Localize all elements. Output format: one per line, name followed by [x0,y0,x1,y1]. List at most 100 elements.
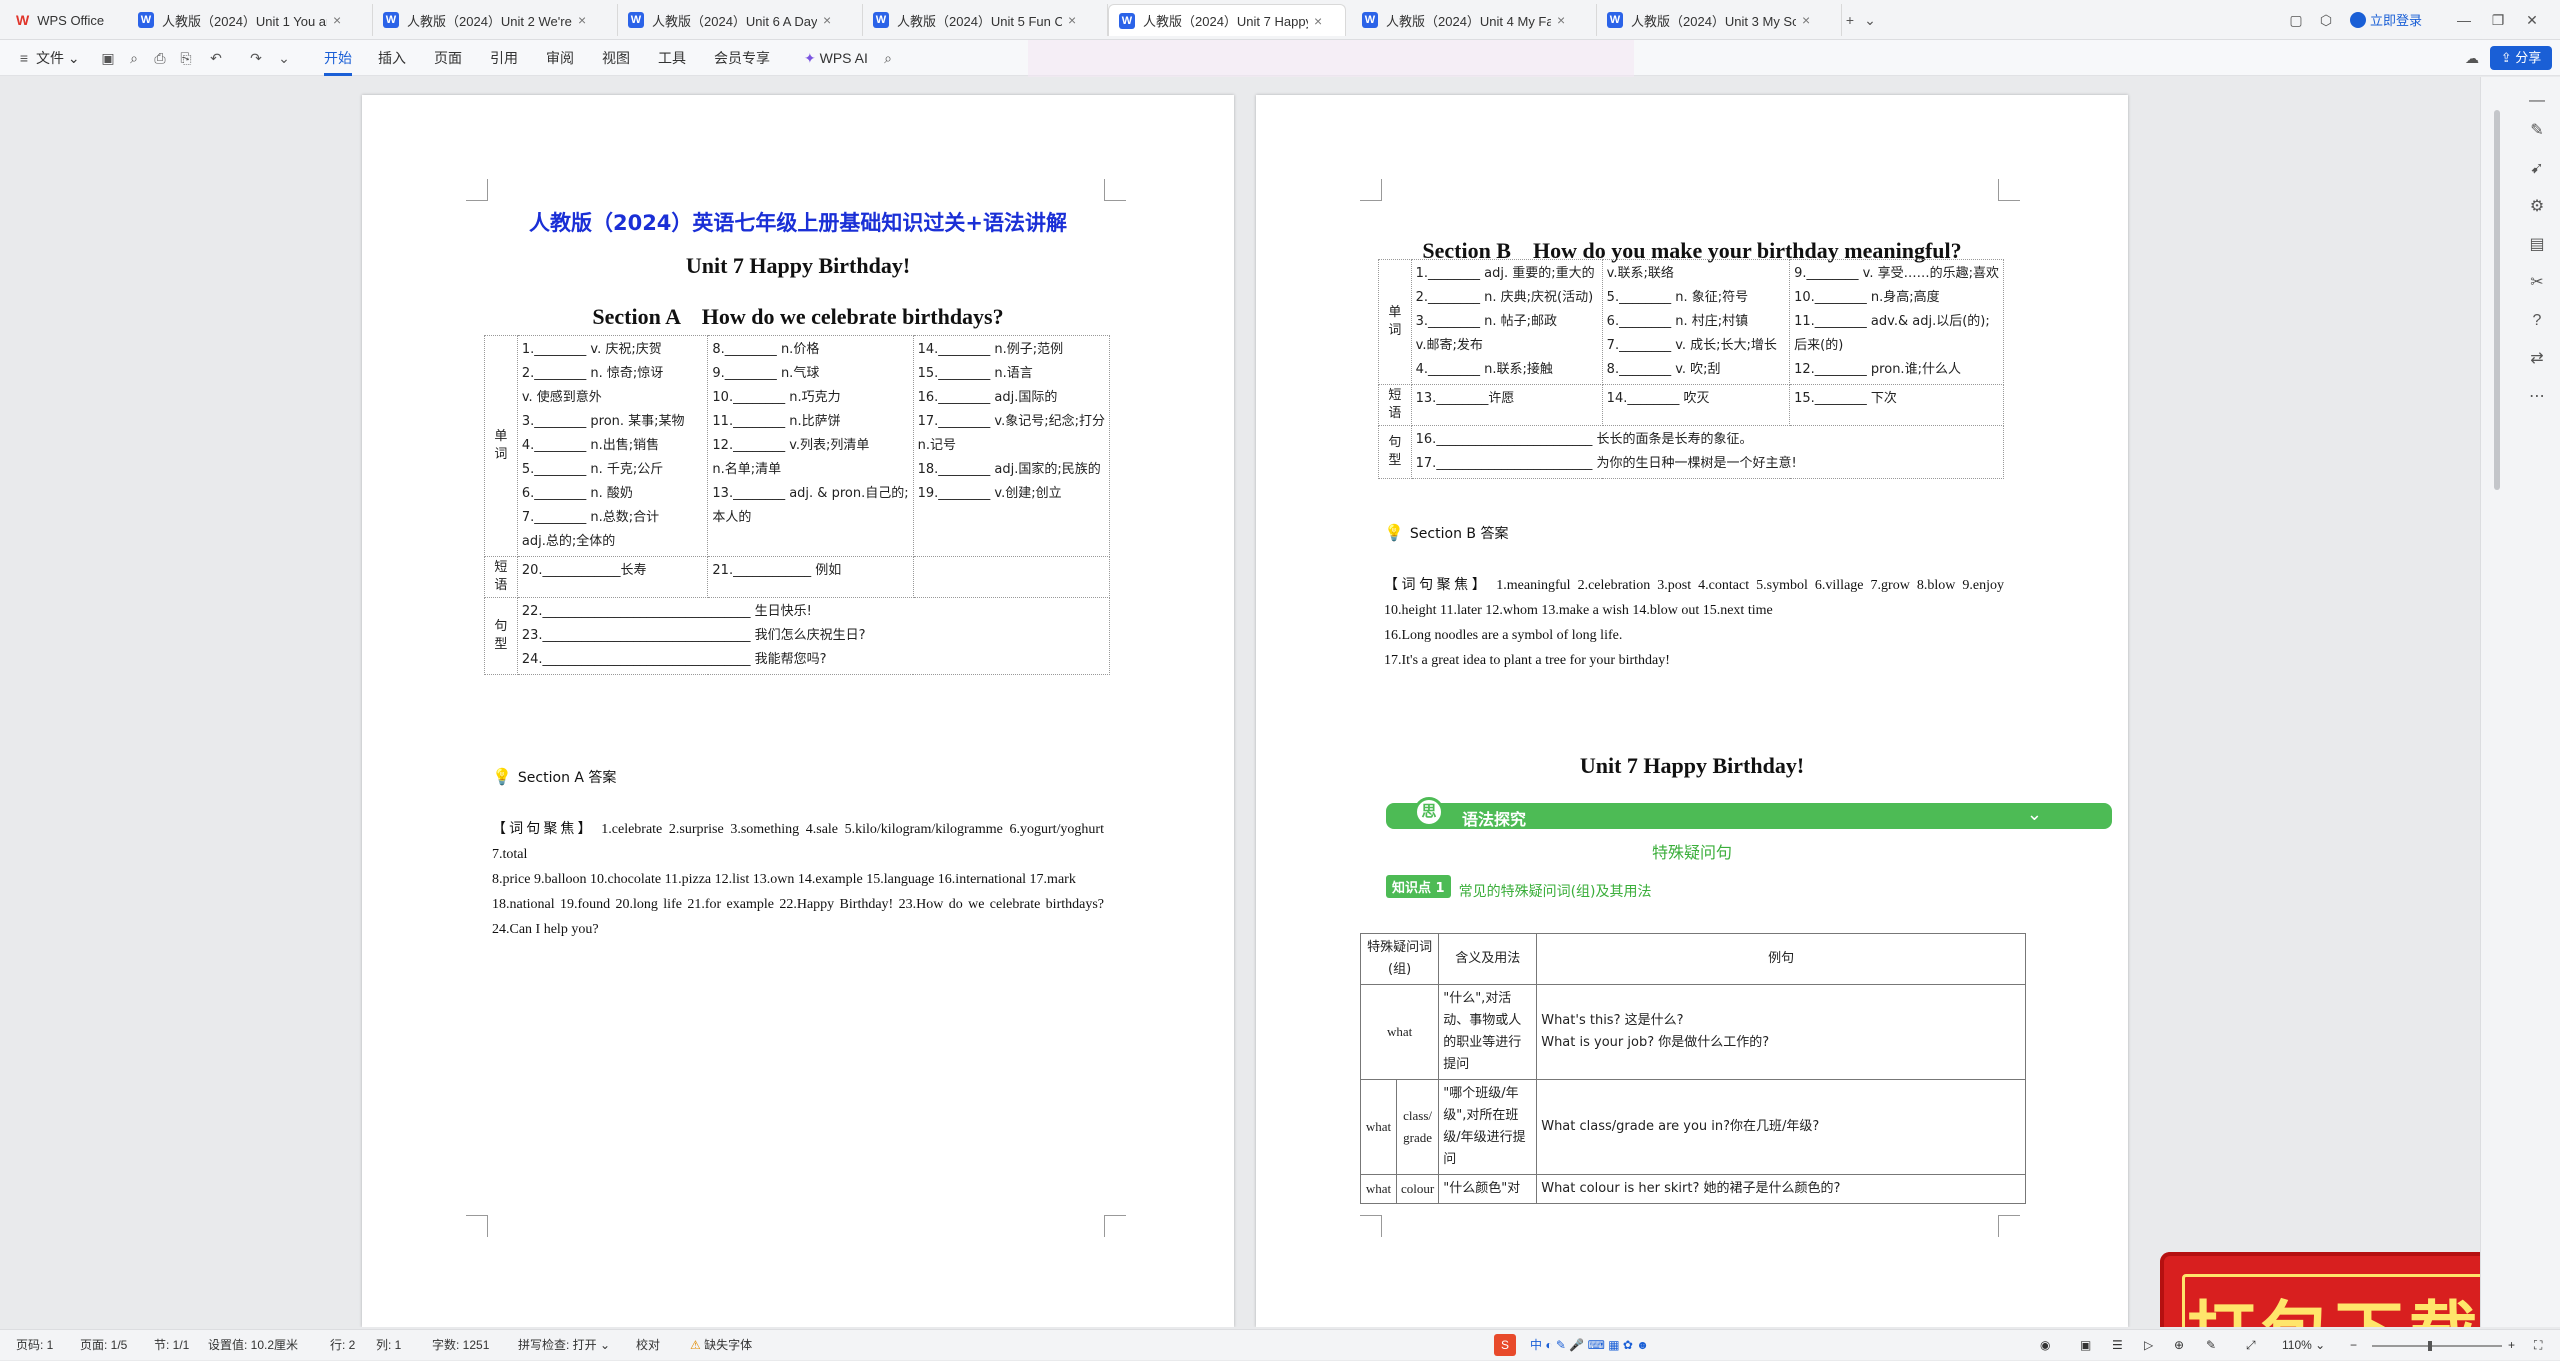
more-icon[interactable]: ⋯ [2527,387,2547,407]
word-item: 5.________ n. 象征;符号 [1606,290,1749,305]
word-item: v. 使感到意外 [521,390,602,405]
more-chevron-icon[interactable]: ⌄ [276,50,292,66]
status-words[interactable]: 字数: 1251 [432,1330,489,1361]
answer-title: Section B 答案 [1409,526,1509,542]
find-icon[interactable]: ⌕ [126,50,142,66]
word-item: 4.________ n.联系;接触 [1415,362,1553,377]
redo-icon[interactable]: ↷ [248,50,264,66]
tab-doc-unit4[interactable]: W 人教版（2024）Unit 4 My Favou × [1352,4,1597,36]
status-proof[interactable]: 校对 [636,1330,660,1361]
cloud-icon[interactable]: ☁ [2464,50,2480,66]
cube-icon[interactable]: ⬡ [2318,12,2334,28]
close-icon[interactable]: × [823,12,831,28]
word-item: v.邮寄;发布 [1415,338,1483,353]
close-icon[interactable]: × [1557,12,1565,28]
status-col[interactable]: 列: 1 [376,1330,401,1361]
edit-icon[interactable]: ✎ [2206,1330,2216,1361]
fit-icon[interactable]: ⤢ [2246,1330,2256,1361]
ime-s-icon[interactable]: S [1494,1334,1516,1356]
tab-doc-unit3[interactable]: W 人教版（2024）Unit 3 My Schoo × [1597,4,1842,36]
tools-icon[interactable]: ✂ [2527,273,2547,293]
word-item: 6.________ n. 村庄;村镇 [1606,314,1749,329]
close-icon[interactable]: × [1802,12,1810,28]
close-icon[interactable]: × [1314,13,1322,29]
menu-wps-ai[interactable]: ✦ WPS AI [804,40,868,76]
print-icon[interactable]: ⎙ [152,50,168,66]
print-preview-icon[interactable]: ⎘ [178,50,194,66]
restore-icon[interactable]: ❐ [2490,12,2506,28]
status-section[interactable]: 节: 1/1 [154,1330,189,1361]
ime-tools-icon[interactable]: 中 ◐ ✎ 🎤 ⌨ ▦ ✿ ☻ [1530,1330,1649,1361]
menu-page[interactable]: 页面 [434,40,462,76]
status-page[interactable]: 页码: 1 [16,1330,53,1361]
tab-doc-unit5[interactable]: W 人教版（2024）Unit 5 Fun Clubs × [863,4,1108,36]
tab-label: WPS Office [37,12,105,28]
section-a-answer-heading: 💡 Section A 答案 [492,767,616,787]
chevron-down-icon[interactable]: ⌄ [1862,12,1878,28]
package-download-banner[interactable]: 打包下载 [2160,1252,2480,1327]
share-button[interactable]: ⇪ 分享 [2490,46,2552,70]
pen-icon[interactable]: ✎ [2527,121,2547,141]
status-spell[interactable]: 拼写检查: 打开 ⌄ [518,1330,610,1361]
minimize-icon[interactable]: — [2456,12,2472,28]
status-pages[interactable]: 页面: 1/5 [80,1330,127,1361]
grammar-bar: 思 语法探究 ⌄ [1386,797,2112,829]
close-window-icon[interactable]: ✕ [2524,12,2540,28]
section-b-answers: 【词句聚焦】 1.meaningful 2.celebration 3.post… [1384,573,2004,673]
word-item: 9.________ n.气球 [712,366,820,381]
tab-doc-unit1[interactable]: W 人教版（2024）Unit 1 You and M × [128,4,373,36]
menu-review[interactable]: 审阅 [546,40,574,76]
chevron-down-icon[interactable]: ⌄ [2027,804,2042,825]
wps-logo-icon: W [16,12,30,28]
zoom-level[interactable]: 110% ⌄ [2282,1330,2325,1361]
margin-corner [466,179,488,201]
layout-page-icon[interactable]: ▣ [2080,1330,2091,1361]
zoom-in-icon[interactable]: + [2508,1330,2515,1361]
zoom-slider-thumb[interactable] [2428,1341,2432,1351]
menu-reference[interactable]: 引用 [490,40,518,76]
menu-member[interactable]: 会员专享 [714,40,770,76]
fullscreen-icon[interactable]: ⛶ [2534,1330,2542,1361]
lightbulb-icon: 💡 [1384,525,1404,542]
search-icon[interactable]: ⌕ [880,50,896,66]
play-icon[interactable]: ▷ [2144,1330,2153,1361]
window-icon[interactable]: ▢ [2288,12,2304,28]
settings-sliders-icon[interactable]: ⚙ [2527,197,2547,217]
undo-icon[interactable]: ↶ [208,50,224,66]
close-icon[interactable]: × [578,12,586,28]
status-row[interactable]: 行: 2 [330,1330,355,1361]
tab-doc-unit7-active[interactable]: W 人教版（2024）Unit 7 Happy × [1108,4,1346,36]
login-button[interactable]: 立即登录 [2350,10,2422,29]
eye-icon[interactable]: ◉ [2040,1330,2050,1361]
menu-view[interactable]: 视图 [602,40,630,76]
menu-tools[interactable]: 工具 [658,40,686,76]
minus-icon[interactable]: — [2527,91,2547,111]
menu-start[interactable]: 开始 [324,40,352,76]
close-icon[interactable]: × [333,12,341,28]
grammar-unit-title: Unit 7 Happy Birthday! [1579,753,1805,778]
translate-icon[interactable]: ⇄ [2527,349,2547,369]
image-icon[interactable]: ▤ [2527,235,2547,255]
hamburger-icon[interactable]: ≡ [16,50,32,66]
menu-insert[interactable]: 插入 [378,40,406,76]
layout-list-icon[interactable]: ☰ [2112,1330,2123,1361]
select-icon[interactable]: ➹ [2527,159,2547,179]
menu-file[interactable]: 文件 ⌄ [36,40,80,76]
status-missing-font[interactable]: ⚠ 缺失字体 [690,1330,752,1361]
save-icon[interactable]: ▣ [100,50,116,66]
vertical-scrollbar[interactable] [2494,110,2500,490]
help-icon[interactable]: ? [2527,311,2547,331]
word-item: 2.________ n. 惊奇;惊讶 [521,366,664,381]
status-setting[interactable]: 设置值: 10.2厘米 [208,1330,298,1361]
tab-wps-home[interactable]: W WPS Office [6,4,126,36]
word-doc-icon: W [628,12,644,28]
word-item: 2.________ n. 庆典;庆祝(活动) [1415,290,1594,305]
tab-doc-unit6[interactable]: W 人教版（2024）Unit 6 A Day in th × [618,4,863,36]
word-item: 7.________ n.总数;合计 [521,510,660,525]
close-icon[interactable]: × [1068,12,1076,28]
globe-icon[interactable]: ⊕ [2174,1330,2184,1361]
new-tab-icon[interactable]: + [1842,12,1858,28]
zoom-out-icon[interactable]: − [2350,1330,2357,1361]
tab-doc-unit2[interactable]: W 人教版（2024）Unit 2 We're Fa × [373,4,618,36]
zoom-slider[interactable] [2372,1345,2502,1347]
